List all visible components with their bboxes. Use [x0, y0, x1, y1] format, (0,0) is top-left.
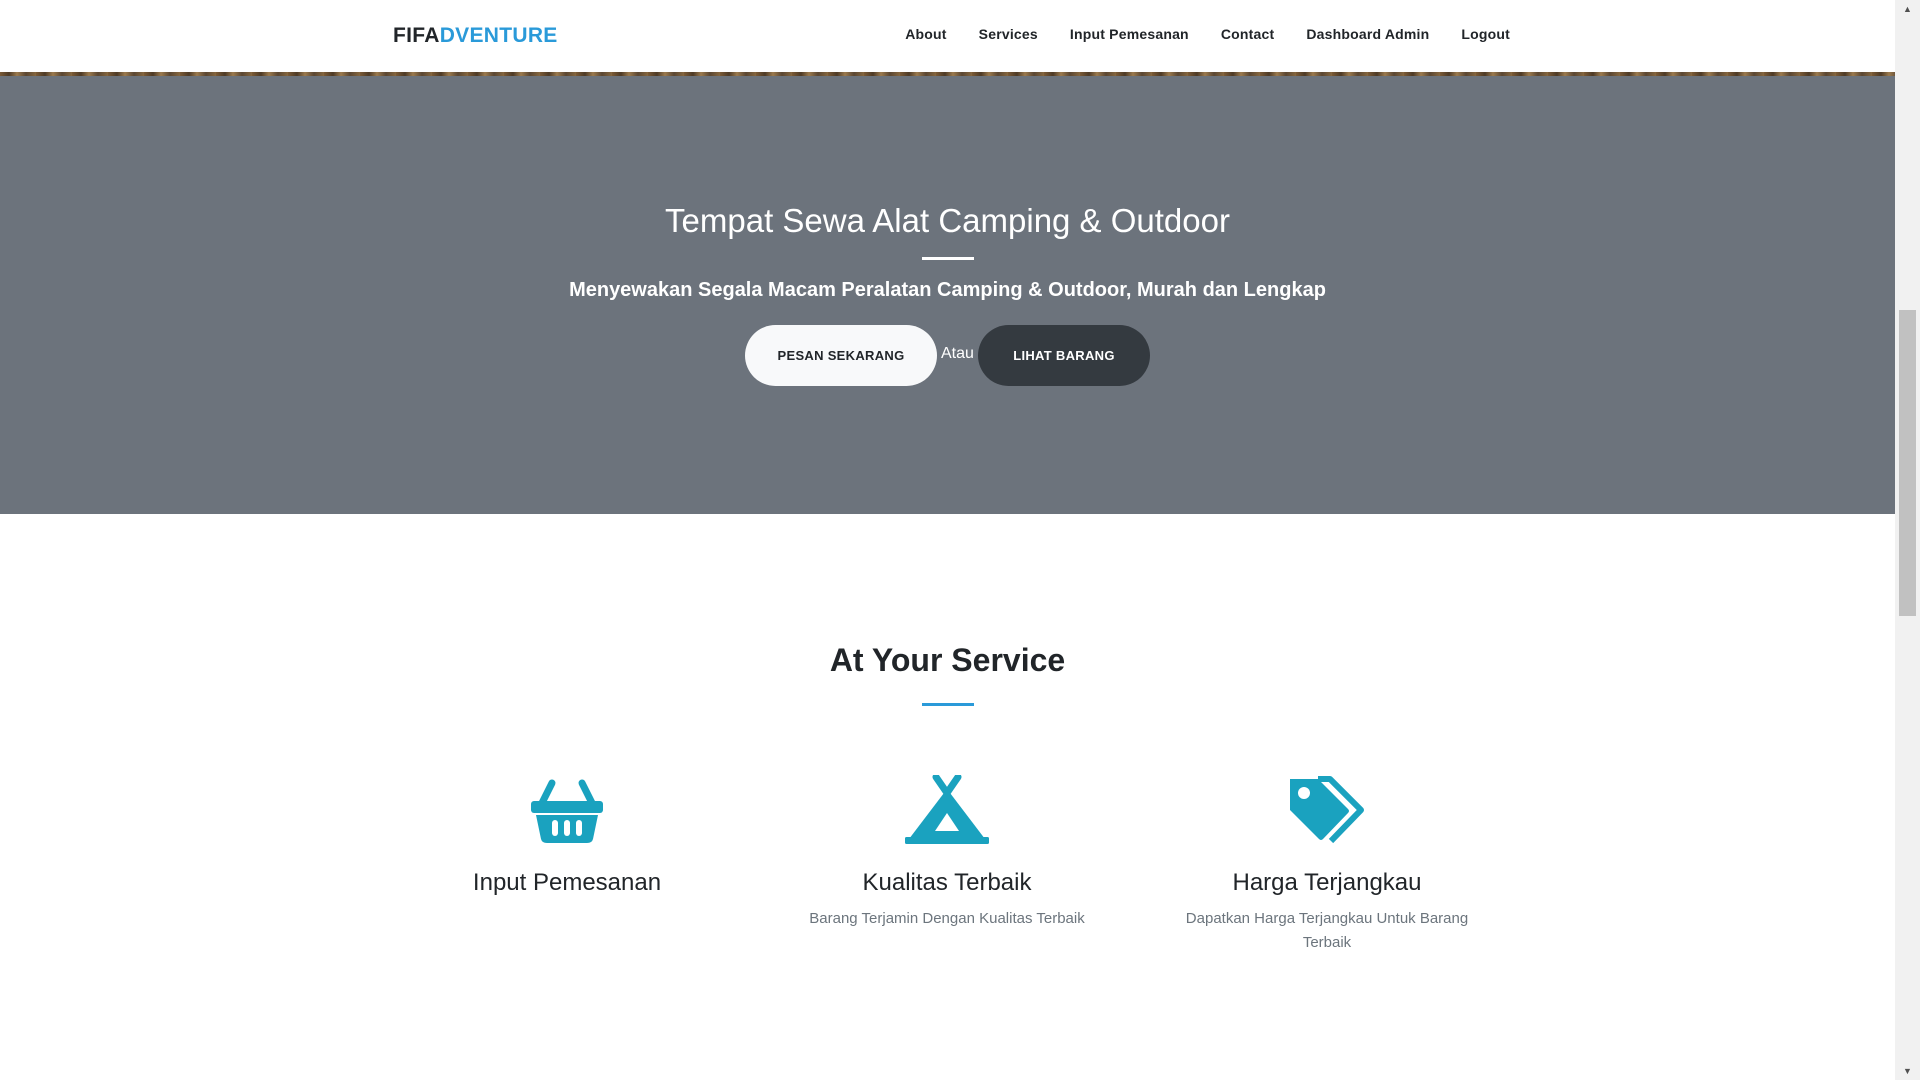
scroll-up-arrow-icon[interactable]: ▲ — [1895, 0, 1920, 18]
service-card-kualitas-terbaik: Kualitas Terbaik Barang Terjamin Dengan … — [787, 775, 1107, 931]
hero-subtitle: Menyewakan Segala Macam Peralatan Campin… — [569, 279, 1326, 301]
navbar: FIFADVENTURE About Services Input Pemesa… — [0, 0, 1895, 72]
vertical-scrollbar[interactable]: ▲ ▼ — [1895, 0, 1920, 1080]
hero-divider — [922, 257, 974, 260]
hero-section: Tempat Sewa Alat Camping & Outdoor Menye… — [0, 72, 1895, 514]
service-description: Dapatkan Harga Terjangkau Untuk Barang T… — [1185, 910, 1469, 951]
tent-icon — [905, 775, 989, 844]
page: FIFADVENTURE About Services Input Pemesa… — [0, 0, 1895, 1080]
service-title: Input Pemesanan — [472, 869, 662, 896]
services-title: At Your Service — [829, 642, 1066, 678]
hero-separator-text: Atau — [941, 345, 974, 362]
tags-icon — [1290, 776, 1364, 844]
nav-item-contact[interactable]: Contact — [1221, 26, 1275, 42]
service-title: Harga Terjangkau — [1232, 869, 1422, 896]
nav-menu: About Services Input Pemesanan Contact D… — [873, 26, 1510, 42]
basket-icon — [531, 779, 603, 843]
hero-title: Tempat Sewa Alat Camping & Outdoor — [665, 202, 1230, 239]
nav-item-dashboard-admin[interactable]: Dashboard Admin — [1306, 26, 1429, 42]
nav-item-logout[interactable]: Logout — [1461, 26, 1510, 42]
service-card-harga-terjangkau: Harga Terjangkau Dapatkan Harga Terjangk… — [1167, 775, 1487, 955]
scrollbar-thumb[interactable] — [1899, 310, 1916, 616]
lihat-barang-button[interactable]: LIHAT BARANG — [978, 325, 1150, 386]
brand-logo[interactable]: FIFADVENTURE — [393, 24, 558, 48]
nav-item-input-pemesanan[interactable]: Input Pemesanan — [1070, 26, 1189, 42]
scroll-down-arrow-icon[interactable]: ▼ — [1895, 1062, 1920, 1080]
services-divider — [922, 703, 974, 706]
pesan-sekarang-button[interactable]: PESAN SEKARANG — [745, 325, 937, 386]
nav-item-services[interactable]: Services — [979, 26, 1038, 42]
service-title: Kualitas Terbaik — [862, 869, 1032, 896]
service-description: Barang Terjamin Dengan Kualitas Terbaik — [809, 910, 1085, 927]
service-card-input-pemesanan: Input Pemesanan — [407, 775, 727, 907]
nav-item-about[interactable]: About — [905, 26, 946, 42]
brand-text-part2: DVENTURE — [439, 24, 558, 47]
hero-background-image-edge — [0, 72, 1895, 76]
brand-text-part1: FIFA — [393, 24, 440, 47]
